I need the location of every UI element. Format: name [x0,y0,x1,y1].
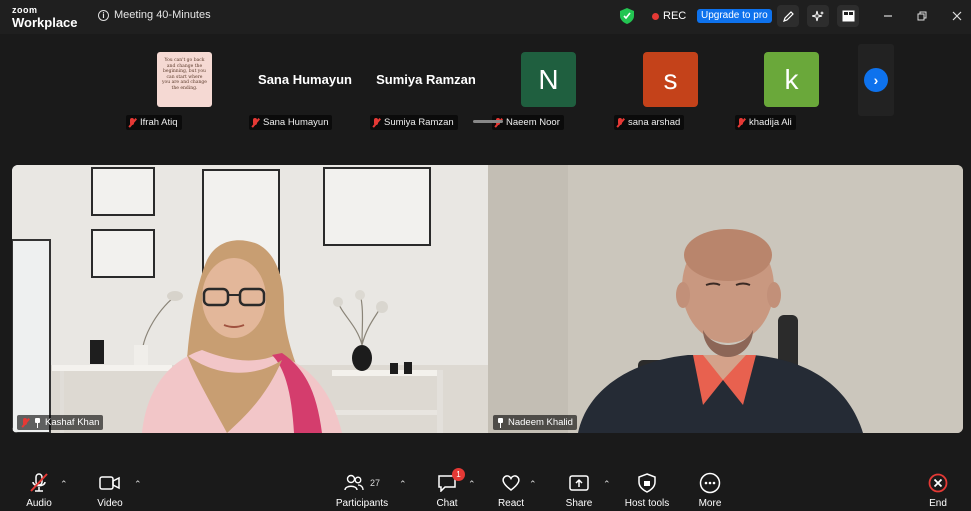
participant-name: Kashaf Khan [45,417,100,428]
chat-options-chevron-icon[interactable]: ⌃ [468,479,476,490]
zoom-meeting-window: zoom Workplace i Meeting 40-Minutes REC … [0,0,971,511]
heart-icon [501,471,521,495]
ai-sparkle-icon[interactable] [807,5,829,27]
participant-display-name: Sumiya Ramzan [376,72,476,87]
participant-tile[interactable]: Sumiya Ramzan Sumiya Ramzan [366,52,486,132]
pin-icon [34,417,41,428]
video-camera-icon [99,471,121,495]
meeting-title: Meeting 40-Minutes [114,9,211,21]
end-label: End [929,498,947,509]
video-pane-nadeem[interactable]: Nadeem Khalid [488,165,963,433]
video-pane-kashaf[interactable]: Kashaf Khan [12,165,488,433]
restore-icon[interactable] [914,8,930,24]
mic-muted-icon [737,117,746,128]
participant-tile[interactable]: You can't go back and change the beginni… [122,52,242,132]
participant-name: Ifrah Atiq [140,117,178,128]
participants-icon [344,474,364,491]
mic-muted-icon [372,117,381,128]
shield-icon [638,471,656,495]
title-bar: zoom Workplace i Meeting 40-Minutes REC … [0,0,971,34]
participant-tile[interactable]: k khadija Ali [731,52,851,132]
record-dot-icon [652,12,659,20]
upgrade-button[interactable]: Upgrade to pro [697,9,772,23]
chat-icon: 1 [437,468,465,495]
mic-muted-icon [616,117,625,128]
participant-label: Sumiya Ramzan [370,115,458,130]
participants-button[interactable]: 27 Participants [327,471,397,509]
host-tools-button[interactable]: Host tools [612,471,682,509]
react-label: React [497,498,525,509]
end-meeting-button[interactable]: End [903,471,971,509]
security-shield-icon[interactable] [620,8,634,29]
participant-name: Naeem Noor [506,117,560,128]
host-tools-label: Host tools [624,498,670,509]
mic-muted-icon [128,117,137,128]
video-name-label: Kashaf Khan [17,415,104,430]
close-icon[interactable] [949,8,965,24]
avatar: k [764,52,819,107]
page-indicator[interactable] [473,120,503,123]
video-feed-kashaf [12,165,488,433]
profile-picture-quote: You can't go back and change the beginni… [157,52,212,107]
participants-label: Participants [335,498,389,509]
participants-options-chevron-icon[interactable]: ⌃ [399,479,407,490]
participant-tile[interactable]: s sana arshad [610,52,730,132]
participant-name: Nadeem Khalid [508,417,573,428]
meeting-info-button[interactable]: i Meeting 40-Minutes [98,9,211,21]
react-options-chevron-icon[interactable]: ⌃ [529,479,537,490]
chat-label: Chat [436,498,458,509]
participant-strip: You can't go back and change the beginni… [0,34,971,130]
audio-options-chevron-icon[interactable]: ⌃ [60,479,68,490]
rec-label: REC [663,10,687,22]
more-label: More [698,498,722,509]
logo-line1: zoom [12,5,38,15]
more-options-icon [699,471,721,495]
react-button[interactable]: React [476,471,546,509]
video-feed-nadeem [488,165,963,433]
participant-label: Ifrah Atiq [126,115,182,130]
logo-line2: Workplace [12,15,78,30]
avatar: N [521,52,576,107]
participant-name: khadija Ali [749,117,792,128]
participants-icon-wrap: 27 [344,471,380,495]
participant-label: Naeem Noor [492,115,564,130]
more-button[interactable]: More [675,471,745,509]
share-options-chevron-icon[interactable]: ⌃ [603,479,611,490]
share-button[interactable]: Share [544,471,614,509]
info-icon: i [98,9,109,21]
mic-muted-icon [28,471,50,495]
annotate-pen-icon[interactable] [777,5,799,27]
chat-unread-badge: 1 [452,468,465,481]
participant-display-name: Sana Humayun [258,72,352,87]
participant-label: Sana Humayun [249,115,333,130]
mic-muted-icon [21,417,30,428]
pin-icon [497,417,504,428]
participant-count: 27 [369,478,380,488]
share-label: Share [565,498,593,509]
recording-indicator[interactable]: REC [652,10,686,22]
video-label: Video [97,498,123,509]
chat-button[interactable]: 1 Chat [412,468,482,509]
participant-label: sana arshad [614,115,685,130]
participant-name: Sana Humayun [263,117,329,128]
view-layout-icon[interactable] [837,5,859,27]
participant-label: khadija Ali [735,115,796,130]
mic-muted-icon [251,117,260,128]
meeting-toolbar: Audio ⌃ Video ⌃ 27 Participants ⌃ 1 Chat… [0,467,971,511]
end-x-icon [928,471,948,495]
video-button[interactable]: Video [75,471,145,509]
participant-tile[interactable]: N Naeem Noor [488,52,608,132]
next-page-chevron-icon[interactable]: › [864,68,888,92]
zoom-logo: zoom Workplace [12,5,78,30]
minimize-icon[interactable] [880,8,896,24]
audio-label: Audio [26,498,52,509]
participant-name: Sumiya Ramzan [384,117,454,128]
avatar: s [643,52,698,107]
share-screen-icon [569,471,589,495]
video-name-label: Nadeem Khalid [493,415,577,430]
participant-name: sana arshad [628,117,681,128]
video-options-chevron-icon[interactable]: ⌃ [134,479,142,490]
participant-tile[interactable]: Sana Humayun Sana Humayun [245,52,365,132]
audio-button[interactable]: Audio [4,471,74,509]
